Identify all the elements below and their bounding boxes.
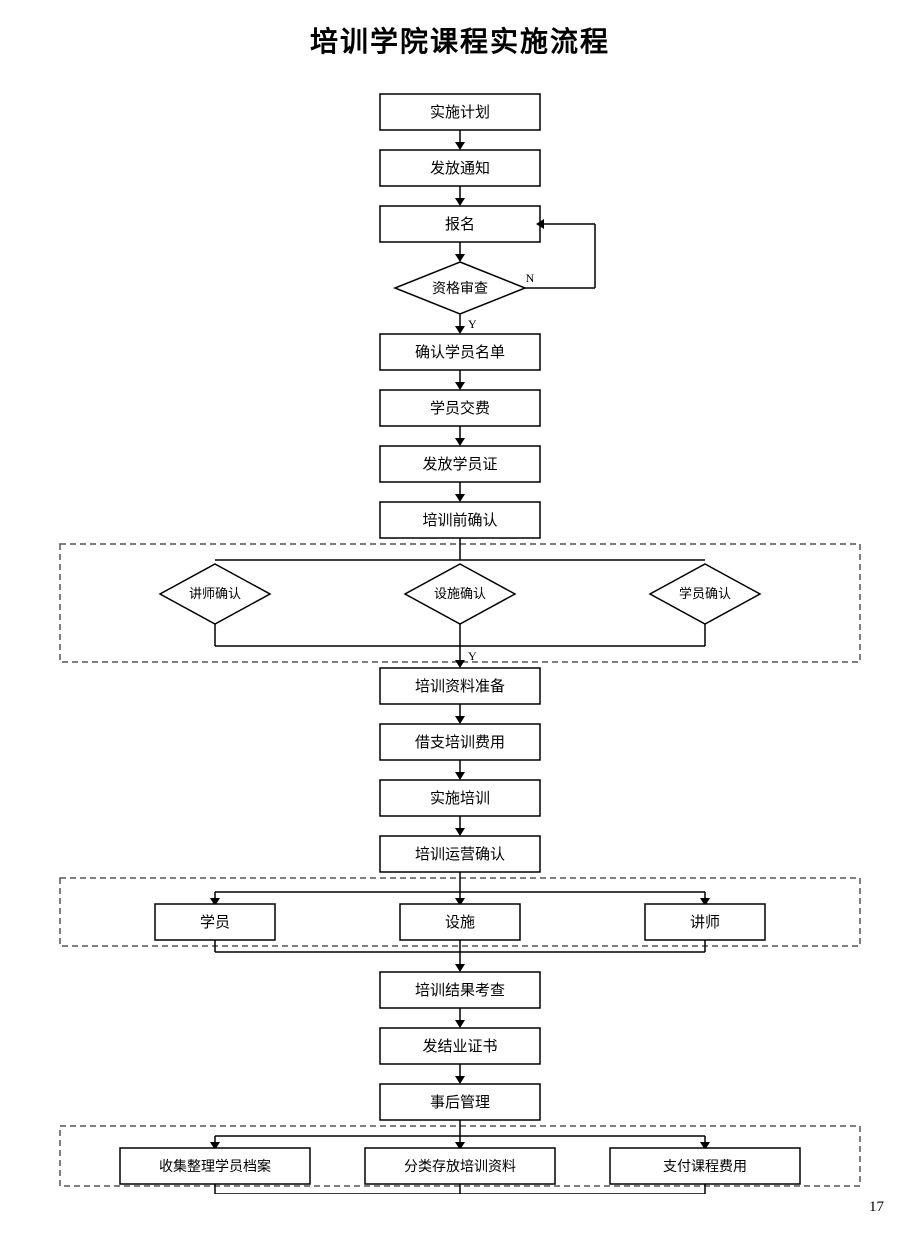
- y-label-1: Y: [468, 317, 477, 331]
- step1-label: 实施计划: [430, 104, 490, 121]
- page-number: 17: [869, 1199, 884, 1216]
- step3-label: 报名: [445, 216, 475, 233]
- step9-label: 培训资料准备: [415, 678, 505, 695]
- step5-label: 确认学员名单: [415, 344, 505, 361]
- group3-right-label: 支付课程费用: [663, 1159, 747, 1175]
- group2-right-label: 讲师: [690, 914, 720, 931]
- step8-label: 培训前确认: [422, 512, 497, 529]
- step2-label: 发放通知: [430, 160, 490, 177]
- step13-label: 培训结果考查: [415, 982, 505, 999]
- group3-left-label: 收集整理学员档案: [159, 1158, 271, 1175]
- step10-label: 借支培训费用: [415, 734, 505, 751]
- n-label: N: [526, 271, 535, 285]
- page-title: 培训学院课程实施流程: [40, 20, 880, 60]
- step6-label: 学员交费: [430, 399, 490, 417]
- group2-left-label: 学员: [200, 914, 230, 931]
- flowchart-svg: 实施计划 发放通知 报名 资格审查: [40, 84, 880, 1194]
- step14-label: 发结业证书: [422, 1038, 497, 1055]
- group3-center-label: 分类存放培训资料: [404, 1159, 516, 1175]
- step15-label: 事后管理: [430, 1094, 490, 1111]
- page: 培训学院课程实施流程 实施计划 发放通知 报名: [0, 0, 920, 1234]
- step7-label: 发放学员证: [422, 456, 497, 473]
- left-diamond-label: 讲师确认: [189, 586, 241, 601]
- center-diamond-label: 设施确认: [434, 586, 486, 601]
- step4-label: 资格审查: [432, 281, 488, 297]
- y-label-2: Y: [468, 649, 477, 663]
- flowchart: 实施计划 发放通知 报名 资格审查: [40, 84, 880, 1194]
- step12-label: 培训运营确认: [415, 846, 505, 863]
- group2-center-label: 设施: [445, 914, 475, 931]
- step11-label: 实施培训: [430, 790, 490, 807]
- right-diamond-label: 学员确认: [679, 586, 731, 601]
